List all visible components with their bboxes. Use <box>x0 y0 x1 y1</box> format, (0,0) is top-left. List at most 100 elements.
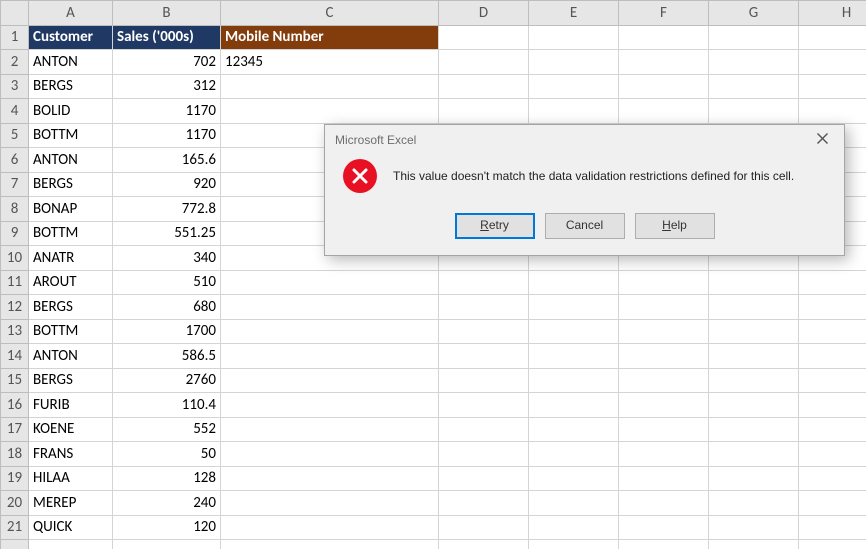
row-header-2[interactable]: 2 <box>1 50 29 75</box>
row-header-16[interactable]: 16 <box>1 393 29 418</box>
cell-C1[interactable]: Mobile Number <box>221 25 439 50</box>
cell-G12[interactable] <box>709 295 799 320</box>
cell-D22[interactable] <box>439 540 529 549</box>
cell-F12[interactable] <box>619 295 709 320</box>
cell-B22[interactable] <box>113 540 221 549</box>
cell-B8[interactable]: 772.8 <box>113 197 221 222</box>
cell-E18[interactable] <box>529 442 619 467</box>
cell-E21[interactable] <box>529 515 619 540</box>
row-header-19[interactable]: 19 <box>1 466 29 491</box>
cell-D12[interactable] <box>439 295 529 320</box>
cell-B17[interactable]: 552 <box>113 417 221 442</box>
cell-C11[interactable] <box>221 270 439 295</box>
cell-D14[interactable] <box>439 344 529 369</box>
cell-H13[interactable] <box>799 319 866 344</box>
cell-C19[interactable] <box>221 466 439 491</box>
row-header-13[interactable]: 13 <box>1 319 29 344</box>
cell-A20[interactable]: MEREP <box>29 491 113 516</box>
cell-G21[interactable] <box>709 515 799 540</box>
cell-G22[interactable] <box>709 540 799 549</box>
cell-B2[interactable]: 702 <box>113 50 221 75</box>
cell-C12[interactable] <box>221 295 439 320</box>
cell-H15[interactable] <box>799 368 866 393</box>
cell-E11[interactable] <box>529 270 619 295</box>
cell-G20[interactable] <box>709 491 799 516</box>
row-header-22[interactable] <box>1 540 29 549</box>
cell-D17[interactable] <box>439 417 529 442</box>
cell-E13[interactable] <box>529 319 619 344</box>
col-header-H[interactable]: H <box>799 1 866 26</box>
dialog-close-button[interactable] <box>810 128 834 152</box>
cell-A5[interactable]: BOTTM <box>29 123 113 148</box>
cell-B15[interactable]: 2760 <box>113 368 221 393</box>
cell-A10[interactable]: ANATR <box>29 246 113 271</box>
cell-E20[interactable] <box>529 491 619 516</box>
cell-E3[interactable] <box>529 74 619 99</box>
cell-H2[interactable] <box>799 50 866 75</box>
cell-B10[interactable]: 340 <box>113 246 221 271</box>
cell-D1[interactable] <box>439 25 529 50</box>
cell-A8[interactable]: BONAP <box>29 197 113 222</box>
cell-E22[interactable] <box>529 540 619 549</box>
cell-A9[interactable]: BOTTM <box>29 221 113 246</box>
cell-A11[interactable]: AROUT <box>29 270 113 295</box>
cell-C13[interactable] <box>221 319 439 344</box>
col-header-E[interactable]: E <box>529 1 619 26</box>
row-header-20[interactable]: 20 <box>1 491 29 516</box>
cell-H11[interactable] <box>799 270 866 295</box>
row-header-4[interactable]: 4 <box>1 99 29 124</box>
cell-F18[interactable] <box>619 442 709 467</box>
row-header-15[interactable]: 15 <box>1 368 29 393</box>
cell-A7[interactable]: BERGS <box>29 172 113 197</box>
row-header-6[interactable]: 6 <box>1 148 29 173</box>
cell-C3[interactable] <box>221 74 439 99</box>
cell-G14[interactable] <box>709 344 799 369</box>
cell-E16[interactable] <box>529 393 619 418</box>
cell-H12[interactable] <box>799 295 866 320</box>
cell-D16[interactable] <box>439 393 529 418</box>
cell-C21[interactable] <box>221 515 439 540</box>
cell-G1[interactable] <box>709 25 799 50</box>
cell-G3[interactable] <box>709 74 799 99</box>
cell-A18[interactable]: FRANS <box>29 442 113 467</box>
cell-F11[interactable] <box>619 270 709 295</box>
col-header-C[interactable]: C <box>221 1 439 26</box>
cell-D20[interactable] <box>439 491 529 516</box>
cell-A2[interactable]: ANTON <box>29 50 113 75</box>
cell-G2[interactable] <box>709 50 799 75</box>
cell-G17[interactable] <box>709 417 799 442</box>
cell-E1[interactable] <box>529 25 619 50</box>
cell-B20[interactable]: 240 <box>113 491 221 516</box>
spreadsheet-grid[interactable]: A B C D E F G H 1CustomerSales ('000s)Mo… <box>0 0 866 549</box>
cell-E15[interactable] <box>529 368 619 393</box>
cell-B19[interactable]: 128 <box>113 466 221 491</box>
row-header-17[interactable]: 17 <box>1 417 29 442</box>
col-header-G[interactable]: G <box>709 1 799 26</box>
cell-H17[interactable] <box>799 417 866 442</box>
col-header-B[interactable]: B <box>113 1 221 26</box>
cell-F20[interactable] <box>619 491 709 516</box>
cell-A12[interactable]: BERGS <box>29 295 113 320</box>
retry-button[interactable]: Retry <box>455 213 535 239</box>
cell-F15[interactable] <box>619 368 709 393</box>
row-header-1[interactable]: 1 <box>1 25 29 50</box>
cell-C22[interactable] <box>221 540 439 549</box>
cell-A19[interactable]: HILAA <box>29 466 113 491</box>
cell-G15[interactable] <box>709 368 799 393</box>
cell-H1[interactable] <box>799 25 866 50</box>
cell-D4[interactable] <box>439 99 529 124</box>
cell-C4[interactable] <box>221 99 439 124</box>
col-header-A[interactable]: A <box>29 1 113 26</box>
row-header-11[interactable]: 11 <box>1 270 29 295</box>
cell-H20[interactable] <box>799 491 866 516</box>
row-header-8[interactable]: 8 <box>1 197 29 222</box>
cell-B11[interactable]: 510 <box>113 270 221 295</box>
cell-H4[interactable] <box>799 99 866 124</box>
cell-C2[interactable]: 12345 <box>221 50 439 75</box>
cell-A3[interactable]: BERGS <box>29 74 113 99</box>
cell-A17[interactable]: KOENE <box>29 417 113 442</box>
cell-F22[interactable] <box>619 540 709 549</box>
row-header-14[interactable]: 14 <box>1 344 29 369</box>
cell-G4[interactable] <box>709 99 799 124</box>
cell-C14[interactable] <box>221 344 439 369</box>
